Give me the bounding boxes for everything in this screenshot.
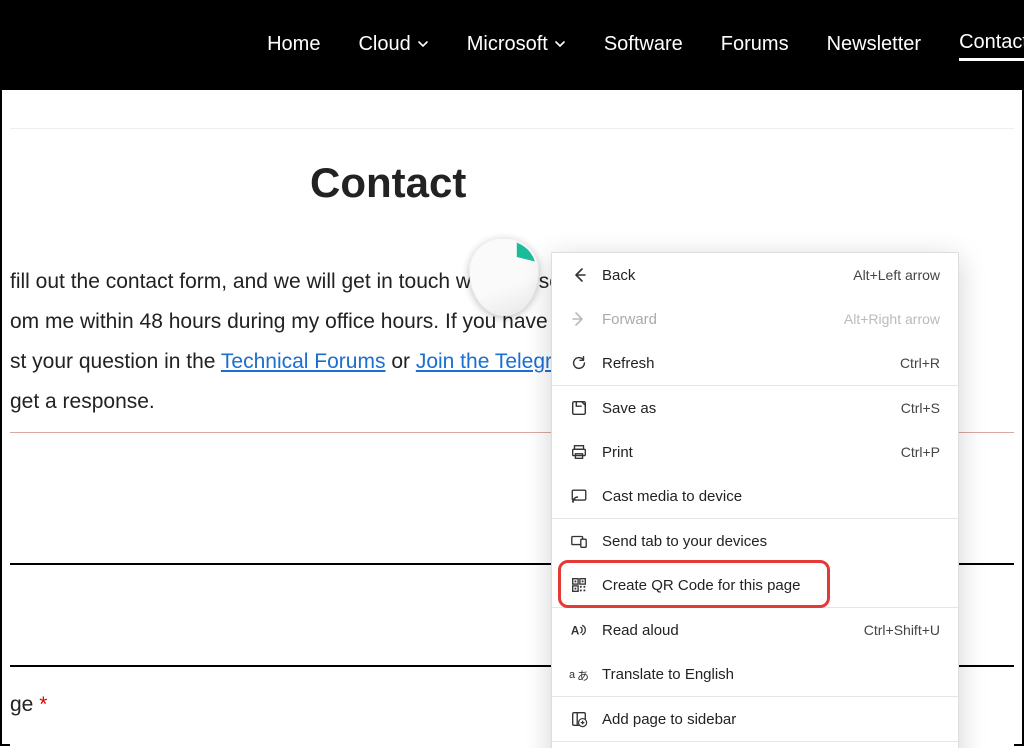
- menu-item-readaloud[interactable]: A Read aloudCtrl+Shift+U: [552, 608, 958, 652]
- nav-label: Cloud: [358, 33, 410, 56]
- menu-shortcut: Alt+Left arrow: [853, 267, 940, 283]
- nav-forums[interactable]: Forums: [721, 33, 789, 60]
- cast-icon: [566, 487, 592, 505]
- nav-home[interactable]: Home: [267, 33, 320, 60]
- menu-label: Save as: [592, 400, 901, 417]
- menu-shortcut: Ctrl+S: [901, 400, 940, 416]
- page-title: Contact: [10, 129, 1014, 207]
- nav-label: Newsletter: [827, 33, 921, 56]
- svg-text:A: A: [571, 625, 580, 638]
- save-icon: [566, 399, 592, 417]
- nav-label: Forums: [721, 33, 789, 56]
- menu-item-back[interactable]: BackAlt+Left arrow: [552, 253, 958, 297]
- nav-microsoft[interactable]: Microsoft: [467, 33, 566, 60]
- menu-label: Cast media to device: [592, 488, 940, 505]
- menu-label: Back: [592, 267, 853, 284]
- text-fragment: get a response.: [10, 390, 155, 413]
- menu-item-refresh[interactable]: RefreshCtrl+R: [552, 341, 958, 385]
- menu-label: Forward: [592, 311, 844, 328]
- menu-item-qrcode[interactable]: Create QR Code for this page: [552, 563, 958, 607]
- menu-label: Send tab to your devices: [592, 533, 940, 550]
- nav-contact[interactable]: Contact: [959, 31, 1024, 61]
- context-menu: BackAlt+Left arrowForwardAlt+Right arrow…: [551, 252, 959, 748]
- print-icon: [566, 443, 592, 461]
- menu-item-saveas[interactable]: Save asCtrl+S: [552, 386, 958, 430]
- page-body: Contact fill out the contact form, and w…: [2, 90, 1022, 748]
- sidebar-add-icon: [566, 710, 592, 728]
- menu-label: Print: [592, 444, 901, 461]
- menu-item-collections[interactable]: Add page to Collections: [552, 742, 958, 748]
- menu-label: Create QR Code for this page: [592, 577, 940, 594]
- arrow-left-icon: [566, 265, 592, 285]
- menu-item-sidebar[interactable]: Add page to sidebar: [552, 697, 958, 741]
- mouse-illustration: [469, 238, 549, 318]
- text-fragment: or: [385, 350, 415, 373]
- nav-label: Home: [267, 33, 320, 56]
- menu-shortcut: Ctrl+P: [901, 444, 940, 460]
- read-aloud-icon: A: [566, 621, 592, 639]
- nav-label: Microsoft: [467, 33, 548, 56]
- menu-item-cast[interactable]: Cast media to device: [552, 474, 958, 518]
- top-nav: Home Cloud Microsoft Software Forums New…: [2, 2, 1022, 90]
- menu-shortcut: Alt+Right arrow: [844, 311, 940, 327]
- menu-shortcut: Ctrl+Shift+U: [864, 622, 940, 638]
- svg-text:あ: あ: [577, 669, 589, 683]
- nav-label: Contact: [959, 31, 1024, 54]
- qr-icon: [566, 576, 592, 594]
- chevron-down-icon: [417, 38, 429, 50]
- label-fragment: ge: [10, 693, 39, 716]
- menu-item-print[interactable]: PrintCtrl+P: [552, 430, 958, 474]
- nav-newsletter[interactable]: Newsletter: [827, 33, 921, 60]
- required-asterisk: *: [39, 693, 47, 716]
- menu-item-translate[interactable]: aあTranslate to English: [552, 652, 958, 696]
- nav-label: Software: [604, 33, 683, 56]
- text-fragment: st your question in the: [10, 350, 221, 373]
- nav-cloud[interactable]: Cloud: [358, 33, 428, 60]
- refresh-icon: [566, 354, 592, 372]
- link-technical-forums[interactable]: Technical Forums: [221, 350, 386, 373]
- translate-icon: aあ: [566, 665, 592, 683]
- menu-shortcut: Ctrl+R: [900, 355, 940, 371]
- chevron-down-icon: [554, 38, 566, 50]
- link-join-telegram[interactable]: Join the Telegra: [416, 350, 564, 373]
- menu-item-sendtab[interactable]: Send tab to your devices: [552, 519, 958, 563]
- arrow-right-icon: [566, 309, 592, 329]
- svg-text:a: a: [569, 669, 576, 681]
- menu-label: Translate to English: [592, 666, 940, 683]
- menu-label: Add page to sidebar: [592, 711, 940, 728]
- devices-icon: [566, 532, 592, 550]
- menu-label: Read aloud: [592, 622, 864, 639]
- menu-label: Refresh: [592, 355, 900, 372]
- nav-software[interactable]: Software: [604, 33, 683, 60]
- menu-item-forward: ForwardAlt+Right arrow: [552, 297, 958, 341]
